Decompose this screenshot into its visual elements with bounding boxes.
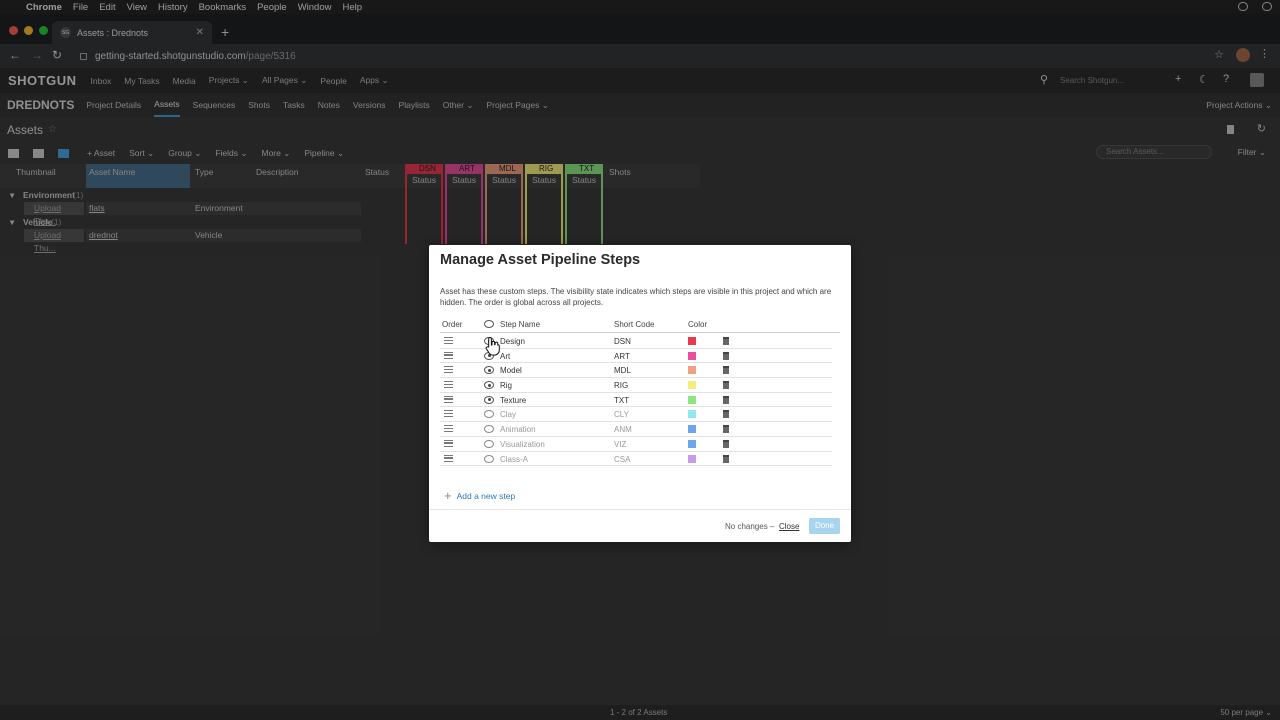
drag-handle-icon[interactable] <box>444 454 453 462</box>
color-swatch[interactable] <box>688 366 696 375</box>
hand-cursor-icon <box>485 336 500 356</box>
header-order: Order <box>442 320 463 329</box>
dialog-description: Asset has these custom steps. The visibi… <box>440 287 832 307</box>
color-swatch[interactable] <box>688 351 696 360</box>
hidden-eye-icon[interactable] <box>484 454 494 463</box>
color-swatch[interactable] <box>688 337 696 345</box>
trash-icon[interactable] <box>723 381 729 390</box>
step-row-rig: Rig RIG <box>440 378 832 393</box>
visible-eye-icon[interactable] <box>484 381 494 390</box>
trash-icon[interactable] <box>723 395 729 404</box>
step-row-texture: Texture TXT <box>440 393 832 408</box>
trash-icon[interactable] <box>723 366 729 375</box>
visible-eye-icon[interactable] <box>484 366 494 375</box>
step-row-visualization: Visualization VIZ <box>440 437 832 452</box>
drag-handle-icon[interactable] <box>444 366 453 374</box>
color-swatch[interactable] <box>688 410 696 419</box>
step-row-class-a: Class-A CSA <box>440 452 832 467</box>
step-row-animation: Animation ANM <box>440 422 832 437</box>
trash-icon[interactable] <box>723 425 729 434</box>
plus-icon: + <box>444 488 452 503</box>
drag-handle-icon[interactable] <box>444 425 453 433</box>
drag-handle-icon[interactable] <box>444 381 453 389</box>
dialog-footer: No changes – Close Done <box>429 509 851 542</box>
trash-icon[interactable] <box>723 351 729 360</box>
drag-handle-icon[interactable] <box>444 410 453 418</box>
pipeline-steps-dialog: Manage Asset Pipeline Steps Asset has th… <box>429 245 851 542</box>
no-changes-text: No changes – <box>725 522 775 531</box>
hidden-eye-icon[interactable] <box>484 410 494 419</box>
hidden-eye-icon[interactable] <box>484 425 494 434</box>
color-swatch[interactable] <box>688 425 696 434</box>
visible-eye-icon[interactable] <box>484 395 494 404</box>
add-step-button[interactable]: + Add a new step <box>444 488 515 503</box>
trash-icon[interactable] <box>723 410 729 419</box>
color-swatch[interactable] <box>688 381 696 390</box>
color-swatch[interactable] <box>688 454 696 463</box>
drag-handle-icon[interactable] <box>444 439 453 447</box>
trash-icon[interactable] <box>723 337 729 345</box>
header-step-name: Step Name <box>500 320 541 329</box>
step-row-model: Model MDL <box>440 363 832 379</box>
steps-table-header: Order Step Name Short Code Color <box>440 317 840 333</box>
header-short-code: Short Code <box>614 320 655 329</box>
color-swatch[interactable] <box>688 439 696 448</box>
done-button[interactable]: Done <box>809 518 840 534</box>
hidden-eye-icon[interactable] <box>484 439 494 448</box>
drag-handle-icon[interactable] <box>444 395 453 403</box>
header-visibility-eye-icon <box>484 320 494 328</box>
close-link[interactable]: Close <box>779 522 799 531</box>
header-color: Color <box>688 320 708 329</box>
dialog-title: Manage Asset Pipeline Steps <box>440 252 641 268</box>
drag-handle-icon[interactable] <box>444 337 453 344</box>
trash-icon[interactable] <box>723 439 729 448</box>
step-row-clay: Clay CLY <box>440 407 832 423</box>
drag-handle-icon[interactable] <box>444 351 453 359</box>
color-swatch[interactable] <box>688 395 696 404</box>
trash-icon[interactable] <box>723 454 729 463</box>
